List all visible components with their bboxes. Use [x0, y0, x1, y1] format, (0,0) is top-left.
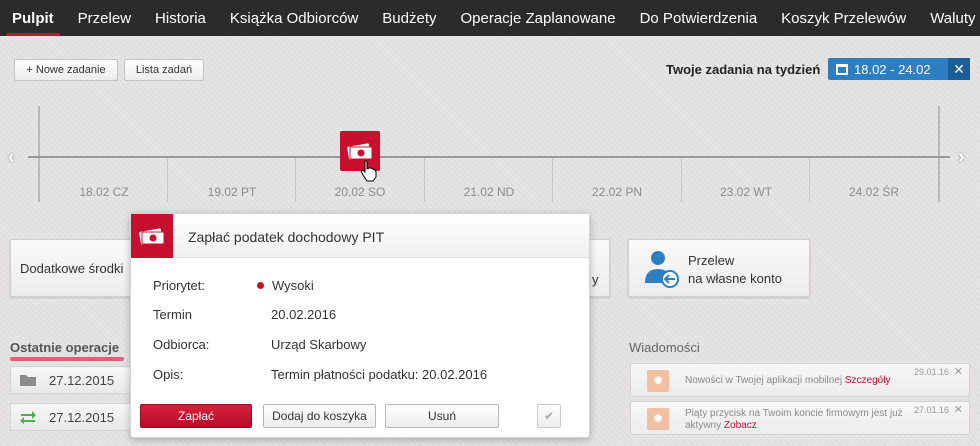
timeline-day-label: 18.02 CZ: [79, 185, 129, 199]
close-icon[interactable]: ✕: [954, 365, 963, 378]
pay-button[interactable]: Zapłać: [140, 404, 252, 428]
message-text: Nowości w Twojej aplikacji mobilnej Szcz…: [685, 375, 891, 386]
task-list-button[interactable]: Lista zadań: [124, 59, 204, 81]
transfer-tile-line1: Przelew: [688, 253, 735, 268]
recent-ops-title: Ostatnie operacje: [10, 340, 120, 355]
hidden-tile-label: y: [592, 272, 599, 287]
description-label: Opis:: [153, 367, 184, 382]
due-date-label: Termin: [153, 307, 193, 322]
recent-op-date: 27.12.2015: [49, 409, 115, 425]
recent-op-row[interactable]: 27.12.2015: [10, 403, 134, 431]
close-icon[interactable]: ✕: [948, 58, 970, 80]
timeline-day-label: 21.02 ND: [463, 185, 515, 199]
nav-item-pulpit[interactable]: Pulpit: [0, 0, 66, 36]
nav-item-koszyk-przelewow[interactable]: Koszyk Przelewów: [769, 0, 918, 36]
timeline-day-label: 22.02 PN: [591, 185, 643, 199]
lightbulb-icon: ✹: [647, 408, 669, 430]
nav-item-ksiazka-odbiorcow[interactable]: Książka Odbiorców: [218, 0, 370, 36]
add-to-cart-button[interactable]: Dodaj do koszyka: [263, 404, 376, 428]
week-range-text: 18.02 - 24.02: [854, 61, 931, 77]
timeline-day-label: 20.02 SO: [334, 185, 386, 199]
new-task-button[interactable]: + Nowe zadanie: [14, 59, 118, 81]
message-item[interactable]: ✹ Piąty przycisk na Twoim koncie firmowy…: [630, 401, 970, 435]
message-item[interactable]: ✹ Nowości w Twojej aplikacji mobilnej Sz…: [630, 363, 970, 397]
folder-icon: [20, 375, 36, 386]
popup-header: Zapłać podatek dochodowy PIT: [131, 214, 589, 258]
timeline-right-edge: [938, 106, 940, 202]
lightbulb-icon: ✹: [647, 370, 669, 392]
remove-button[interactable]: Usuń: [385, 404, 499, 428]
banknote-icon: [139, 228, 165, 245]
message-link[interactable]: Szczegóły: [845, 375, 891, 386]
banknote-icon: [347, 143, 373, 160]
extra-funds-tile[interactable]: Dodatkowe środki: [10, 239, 134, 297]
recipient-value: Urząd Skarbowy: [271, 337, 367, 352]
nav-item-do-potwierdzenia[interactable]: Do Potwierdzenia: [628, 0, 770, 36]
recent-op-date: 27.12.2015: [49, 372, 115, 388]
priority-dot-icon: [257, 282, 264, 289]
mark-done-checkbox[interactable]: ✔: [537, 404, 561, 428]
week-range-badge[interactable]: 18.02 - 24.02 ✕: [828, 58, 970, 80]
timeline-day-label: 24.02 ŚR: [848, 185, 900, 199]
own-account-transfer-tile[interactable]: Przelew na własne konto: [628, 239, 810, 297]
messages-title: Wiadomości: [629, 340, 700, 355]
calendar-icon: [836, 63, 848, 75]
popup-title: Zapłać podatek dochodowy PIT: [188, 229, 385, 245]
timeline-next-arrow[interactable]: ›: [958, 146, 965, 169]
transfer-arrows-icon: [20, 411, 36, 424]
recipient-label: Odbiorca:: [153, 337, 210, 352]
recent-ops-underline: [10, 357, 124, 361]
due-date-value: 20.02.2016: [271, 307, 337, 322]
transfer-tile-line2: na własne konto: [688, 271, 782, 286]
nav-item-budzety[interactable]: Budżety: [370, 0, 448, 36]
timeline-day-label: 19.02 PT: [207, 185, 257, 199]
recent-op-row[interactable]: 27.12.2015: [10, 366, 134, 394]
close-icon[interactable]: ✕: [954, 403, 963, 416]
message-date: 27.01.16: [913, 405, 949, 415]
week-tasks-label: Twoje zadania na tydzień: [666, 62, 821, 77]
extra-funds-label: Dodatkowe środki: [20, 261, 124, 276]
nav-item-przelew[interactable]: Przelew: [66, 0, 143, 36]
user-transfer-icon: [645, 251, 679, 288]
timeline-day-label: 23.02 WT: [719, 185, 773, 199]
hand-cursor-icon: [360, 160, 377, 182]
nav-item-historia[interactable]: Historia: [143, 0, 218, 36]
message-link[interactable]: Zobacz: [724, 420, 757, 431]
timeline-prev-arrow[interactable]: ‹: [8, 146, 15, 169]
nav-item-operacje-zaplanowane[interactable]: Operacje Zaplanowane: [448, 0, 627, 36]
top-navigation: Pulpit Przelew Historia Książka Odbiorcó…: [0, 0, 980, 36]
task-details-popup: Zapłać podatek dochodowy PIT Priorytet: …: [130, 213, 590, 438]
priority-label: Priorytet:: [153, 278, 206, 293]
nav-item-waluty[interactable]: Waluty: [918, 0, 980, 36]
description-value: Termin płatności podatku: 20.02.2016: [271, 367, 488, 382]
message-date: 29.01.16: [913, 367, 949, 377]
popup-task-icon: [131, 214, 173, 258]
priority-value: Wysoki: [257, 278, 314, 293]
message-text: Piąty przycisk na Twoim koncie firmowym …: [685, 408, 903, 431]
